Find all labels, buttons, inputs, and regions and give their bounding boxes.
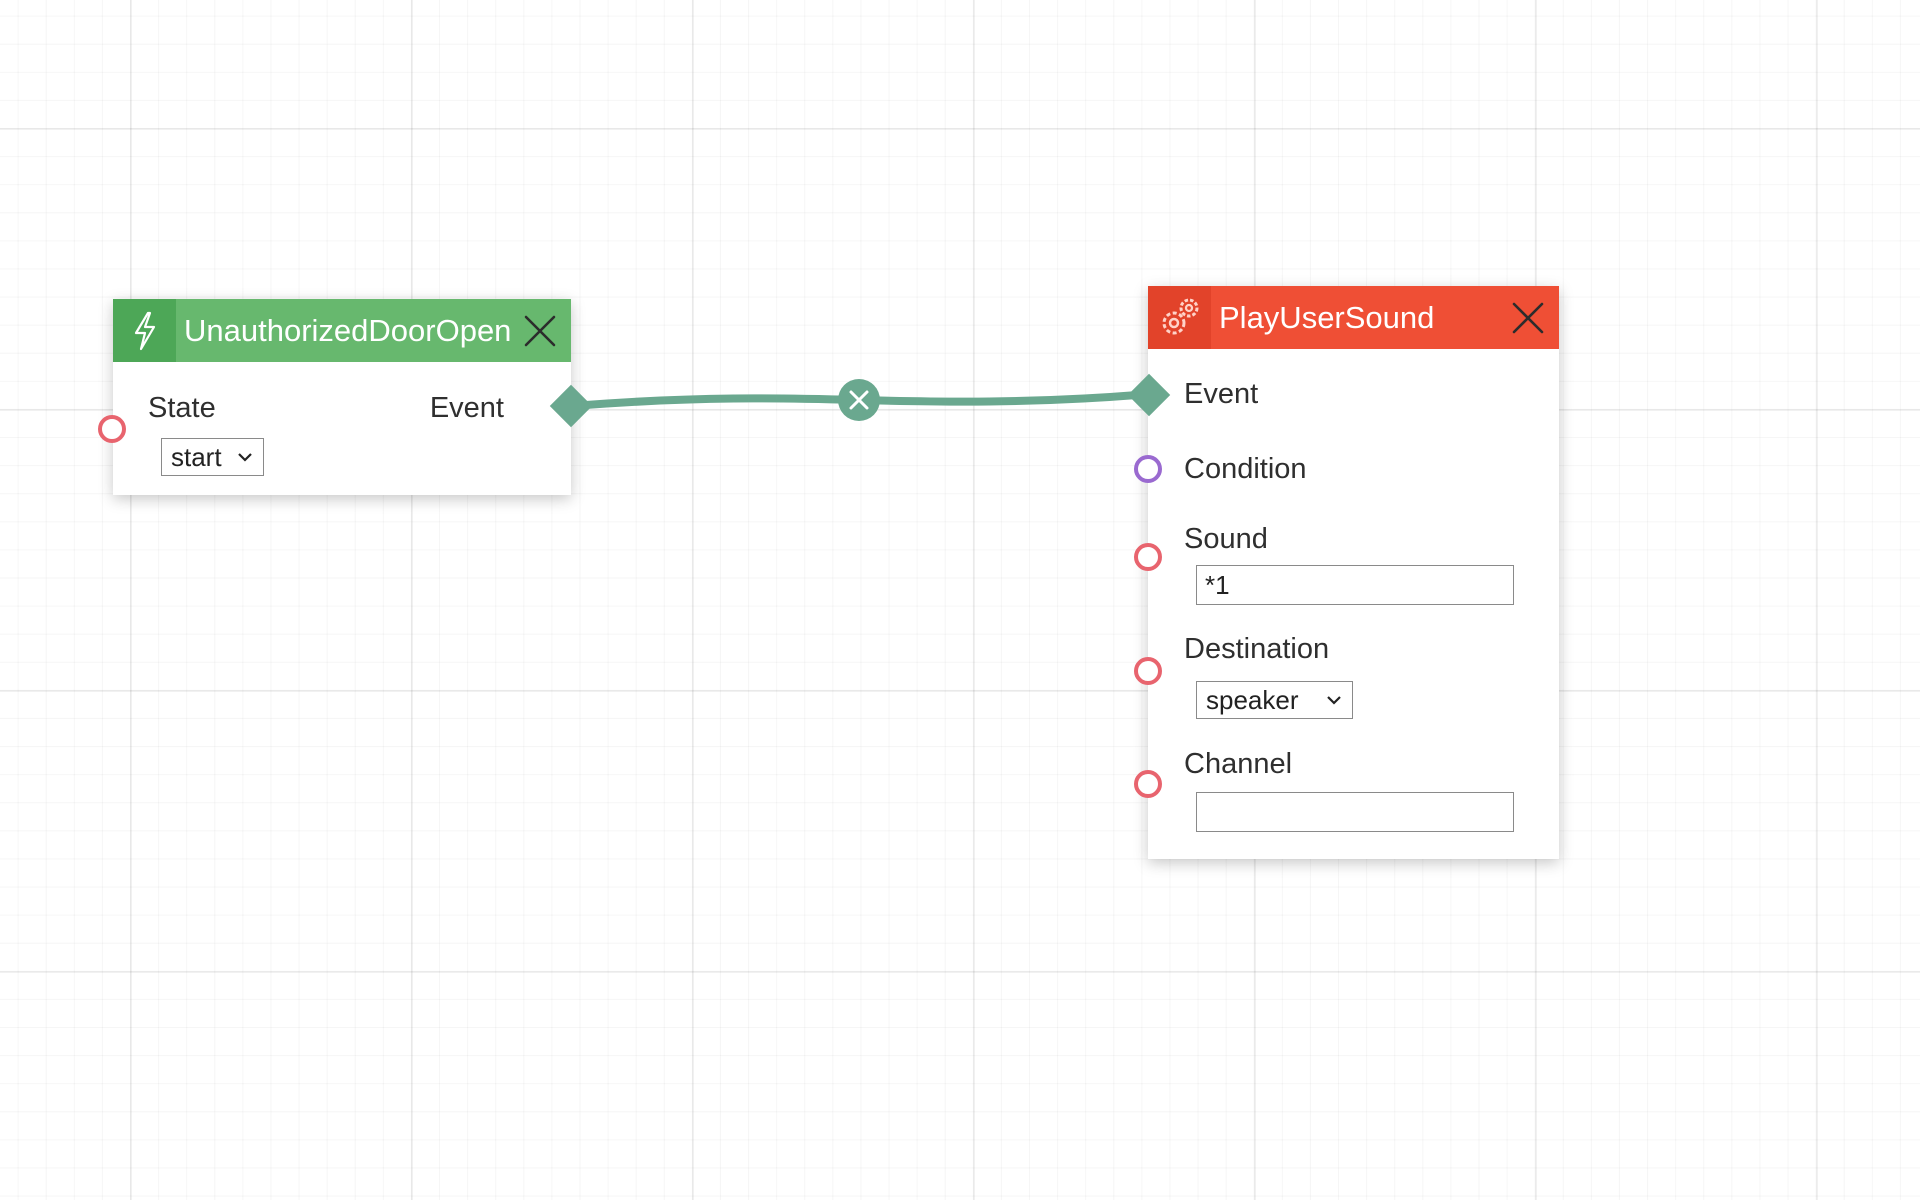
sound-input-value: *1 — [1205, 569, 1230, 600]
action-node-header[interactable]: PlayUserSound — [1148, 286, 1559, 349]
connection-wire — [568, 390, 1154, 410]
event-node-title: UnauthorizedDoorOpen — [184, 312, 512, 348]
wire-delete-button[interactable] — [838, 379, 880, 421]
destination-select-value: speaker — [1206, 684, 1299, 715]
channel-input-port[interactable] — [1134, 770, 1162, 798]
destination-label: Destination — [1184, 633, 1330, 665]
close-icon — [849, 390, 869, 410]
event-node[interactable]: UnauthorizedDoorOpen State Event start — [113, 299, 571, 495]
state-select-value: start — [171, 441, 222, 472]
close-icon — [524, 315, 556, 347]
sound-input-port[interactable] — [1134, 543, 1162, 571]
action-node-close-button[interactable] — [1511, 301, 1545, 335]
action-node[interactable]: PlayUserSound Event Condition Sound *1 D… — [1148, 286, 1559, 859]
event-output-label: Event — [429, 392, 504, 424]
channel-label: Channel — [1184, 748, 1293, 780]
state-input-port[interactable] — [98, 415, 126, 443]
close-icon — [1512, 302, 1544, 334]
sound-input[interactable]: *1 — [1196, 565, 1514, 605]
chevron-down-icon — [238, 453, 252, 462]
lightning-bolt-icon — [113, 299, 176, 362]
channel-input[interactable] — [1196, 792, 1514, 832]
event-input-label: Event — [1184, 378, 1259, 410]
destination-select[interactable]: speaker — [1196, 681, 1353, 719]
sound-label: Sound — [1184, 523, 1268, 555]
gears-icon — [1148, 286, 1211, 349]
flow-editor-canvas[interactable]: { "colors": { "event_header": "#67b86e",… — [0, 0, 1920, 1200]
condition-label: Condition — [1184, 453, 1307, 485]
event-node-close-button[interactable] — [523, 314, 557, 348]
action-node-title: PlayUserSound — [1219, 299, 1435, 335]
state-label: State — [148, 392, 216, 424]
chevron-down-icon — [1327, 696, 1341, 705]
condition-input-port[interactable] — [1134, 455, 1162, 483]
state-select[interactable]: start — [161, 438, 264, 476]
event-node-header[interactable]: UnauthorizedDoorOpen — [113, 299, 571, 362]
destination-input-port[interactable] — [1134, 657, 1162, 685]
